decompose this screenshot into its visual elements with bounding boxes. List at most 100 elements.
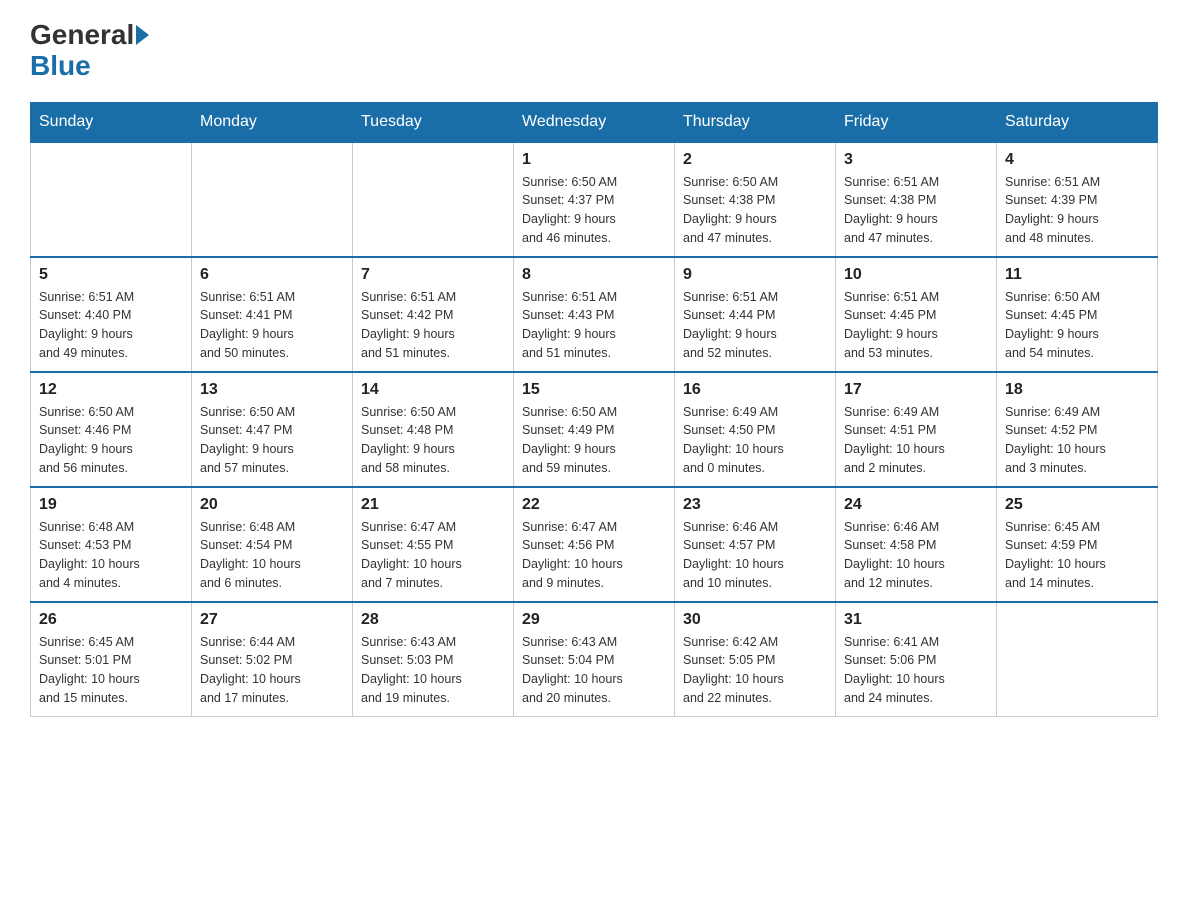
day-number: 31 — [844, 611, 988, 629]
calendar-cell: 14Sunrise: 6:50 AMSunset: 4:48 PMDayligh… — [353, 372, 514, 487]
day-info: Sunrise: 6:50 AMSunset: 4:49 PMDaylight:… — [522, 403, 666, 478]
day-info: Sunrise: 6:51 AMSunset: 4:44 PMDaylight:… — [683, 288, 827, 363]
day-info: Sunrise: 6:51 AMSunset: 4:42 PMDaylight:… — [361, 288, 505, 363]
day-info: Sunrise: 6:50 AMSunset: 4:37 PMDaylight:… — [522, 173, 666, 248]
logo-blue-text: Blue — [30, 50, 91, 81]
day-number: 17 — [844, 381, 988, 399]
day-of-week-wednesday: Wednesday — [514, 102, 675, 142]
day-info: Sunrise: 6:45 AMSunset: 5:01 PMDaylight:… — [39, 633, 183, 708]
day-info: Sunrise: 6:47 AMSunset: 4:56 PMDaylight:… — [522, 518, 666, 593]
calendar-cell: 6Sunrise: 6:51 AMSunset: 4:41 PMDaylight… — [192, 257, 353, 372]
calendar-week-2: 12 Sunrise: 6:50 AMSunset: 4:46 PMDayligh… — [31, 372, 1158, 487]
logo-container: General Blue — [30, 20, 149, 82]
day-info: Sunrise: 6:51 AMSunset: 4:38 PMDaylight:… — [844, 173, 988, 248]
day-number: 19 — [39, 496, 183, 514]
day-number: 27 — [200, 611, 344, 629]
calendar-cell: 23Sunrise: 6:46 AMSunset: 4:57 PMDayligh… — [675, 487, 836, 602]
calendar-cell: 28Sunrise: 6:43 AMSunset: 5:03 PMDayligh… — [353, 602, 514, 717]
day-number: 5 — [39, 266, 183, 284]
day-number: 30 — [683, 611, 827, 629]
calendar-cell: 13 Sunrise: 6:50 AMSunset: 4:47 PMDayligh… — [192, 372, 353, 487]
calendar-cell: 7 Sunrise: 6:51 AMSunset: 4:42 PMDaylight… — [353, 257, 514, 372]
calendar-cell: 27 Sunrise: 6:44 AMSunset: 5:02 PMDayligh… — [192, 602, 353, 717]
day-number: 18 — [1005, 381, 1149, 399]
calendar-cell: 24 Sunrise: 6:46 AMSunset: 4:58 PMDayligh… — [836, 487, 997, 602]
calendar-cell: 21Sunrise: 6:47 AMSunset: 4:55 PMDayligh… — [353, 487, 514, 602]
day-number: 16 — [683, 381, 827, 399]
calendar-cell: 29Sunrise: 6:43 AMSunset: 5:04 PMDayligh… — [514, 602, 675, 717]
day-info: Sunrise: 6:51 AMSunset: 4:45 PMDaylight:… — [844, 288, 988, 363]
day-info: Sunrise: 6:50 AMSunset: 4:46 PMDaylight:… — [39, 403, 183, 478]
calendar-cell: 3 Sunrise: 6:51 AMSunset: 4:38 PMDaylight… — [836, 142, 997, 257]
calendar-body: 1 Sunrise: 6:50 AMSunset: 4:37 PMDaylight… — [31, 142, 1158, 717]
calendar-week-1: 5 Sunrise: 6:51 AMSunset: 4:40 PMDaylight… — [31, 257, 1158, 372]
page-header: General Blue — [30, 20, 1158, 82]
day-of-week-tuesday: Tuesday — [353, 102, 514, 142]
calendar-cell: 10 Sunrise: 6:51 AMSunset: 4:45 PMDayligh… — [836, 257, 997, 372]
day-number: 11 — [1005, 266, 1149, 284]
logo-general-text: General — [30, 20, 134, 51]
calendar-cell — [997, 602, 1158, 717]
day-info: Sunrise: 6:49 AMSunset: 4:52 PMDaylight:… — [1005, 403, 1149, 478]
day-info: Sunrise: 6:48 AMSunset: 4:53 PMDaylight:… — [39, 518, 183, 593]
day-number: 2 — [683, 151, 827, 169]
day-number: 1 — [522, 151, 666, 169]
day-number: 7 — [361, 266, 505, 284]
calendar-cell: 17 Sunrise: 6:49 AMSunset: 4:51 PMDayligh… — [836, 372, 997, 487]
day-number: 10 — [844, 266, 988, 284]
day-info: Sunrise: 6:46 AMSunset: 4:58 PMDaylight:… — [844, 518, 988, 593]
day-info: Sunrise: 6:44 AMSunset: 5:02 PMDaylight:… — [200, 633, 344, 708]
day-info: Sunrise: 6:51 AMSunset: 4:40 PMDaylight:… — [39, 288, 183, 363]
day-number: 26 — [39, 611, 183, 629]
day-number: 14 — [361, 381, 505, 399]
calendar-cell — [31, 142, 192, 257]
day-of-week-monday: Monday — [192, 102, 353, 142]
day-info: Sunrise: 6:43 AMSunset: 5:03 PMDaylight:… — [361, 633, 505, 708]
calendar-cell: 9Sunrise: 6:51 AMSunset: 4:44 PMDaylight… — [675, 257, 836, 372]
day-number: 15 — [522, 381, 666, 399]
logo: General Blue — [30, 20, 149, 82]
day-number: 8 — [522, 266, 666, 284]
calendar-cell: 15 Sunrise: 6:50 AMSunset: 4:49 PMDayligh… — [514, 372, 675, 487]
calendar-cell: 16 Sunrise: 6:49 AMSunset: 4:50 PMDayligh… — [675, 372, 836, 487]
logo-flag-icon — [136, 25, 149, 45]
calendar-cell: 31 Sunrise: 6:41 AMSunset: 5:06 PMDayligh… — [836, 602, 997, 717]
calendar-cell: 4 Sunrise: 6:51 AMSunset: 4:39 PMDaylight… — [997, 142, 1158, 257]
calendar-cell — [192, 142, 353, 257]
day-number: 24 — [844, 496, 988, 514]
calendar-cell: 12 Sunrise: 6:50 AMSunset: 4:46 PMDayligh… — [31, 372, 192, 487]
day-info: Sunrise: 6:51 AMSunset: 4:39 PMDaylight:… — [1005, 173, 1149, 248]
calendar-week-3: 19 Sunrise: 6:48 AMSunset: 4:53 PMDayligh… — [31, 487, 1158, 602]
day-info: Sunrise: 6:41 AMSunset: 5:06 PMDaylight:… — [844, 633, 988, 708]
day-info: Sunrise: 6:50 AMSunset: 4:38 PMDaylight:… — [683, 173, 827, 248]
day-number: 4 — [1005, 151, 1149, 169]
day-info: Sunrise: 6:43 AMSunset: 5:04 PMDaylight:… — [522, 633, 666, 708]
day-info: Sunrise: 6:42 AMSunset: 5:05 PMDaylight:… — [683, 633, 827, 708]
day-info: Sunrise: 6:51 AMSunset: 4:43 PMDaylight:… — [522, 288, 666, 363]
calendar-cell — [353, 142, 514, 257]
calendar-cell: 26 Sunrise: 6:45 AMSunset: 5:01 PMDayligh… — [31, 602, 192, 717]
calendar-cell: 18 Sunrise: 6:49 AMSunset: 4:52 PMDayligh… — [997, 372, 1158, 487]
day-of-week-friday: Friday — [836, 102, 997, 142]
calendar-cell: 22 Sunrise: 6:47 AMSunset: 4:56 PMDayligh… — [514, 487, 675, 602]
calendar-week-0: 1 Sunrise: 6:50 AMSunset: 4:37 PMDaylight… — [31, 142, 1158, 257]
calendar-header: SundayMondayTuesdayWednesdayThursdayFrid… — [31, 102, 1158, 142]
day-number: 12 — [39, 381, 183, 399]
day-info: Sunrise: 6:49 AMSunset: 4:50 PMDaylight:… — [683, 403, 827, 478]
calendar-cell: 5 Sunrise: 6:51 AMSunset: 4:40 PMDaylight… — [31, 257, 192, 372]
day-info: Sunrise: 6:51 AMSunset: 4:41 PMDaylight:… — [200, 288, 344, 363]
day-number: 3 — [844, 151, 988, 169]
day-number: 22 — [522, 496, 666, 514]
calendar-cell: 2 Sunrise: 6:50 AMSunset: 4:38 PMDaylight… — [675, 142, 836, 257]
calendar-cell: 1 Sunrise: 6:50 AMSunset: 4:37 PMDaylight… — [514, 142, 675, 257]
calendar-cell: 11Sunrise: 6:50 AMSunset: 4:45 PMDayligh… — [997, 257, 1158, 372]
day-number: 21 — [361, 496, 505, 514]
day-number: 20 — [200, 496, 344, 514]
day-info: Sunrise: 6:46 AMSunset: 4:57 PMDaylight:… — [683, 518, 827, 593]
calendar-week-4: 26 Sunrise: 6:45 AMSunset: 5:01 PMDayligh… — [31, 602, 1158, 717]
day-number: 13 — [200, 381, 344, 399]
day-info: Sunrise: 6:50 AMSunset: 4:47 PMDaylight:… — [200, 403, 344, 478]
calendar-cell: 19 Sunrise: 6:48 AMSunset: 4:53 PMDayligh… — [31, 487, 192, 602]
calendar-cell: 20Sunrise: 6:48 AMSunset: 4:54 PMDayligh… — [192, 487, 353, 602]
day-info: Sunrise: 6:49 AMSunset: 4:51 PMDaylight:… — [844, 403, 988, 478]
